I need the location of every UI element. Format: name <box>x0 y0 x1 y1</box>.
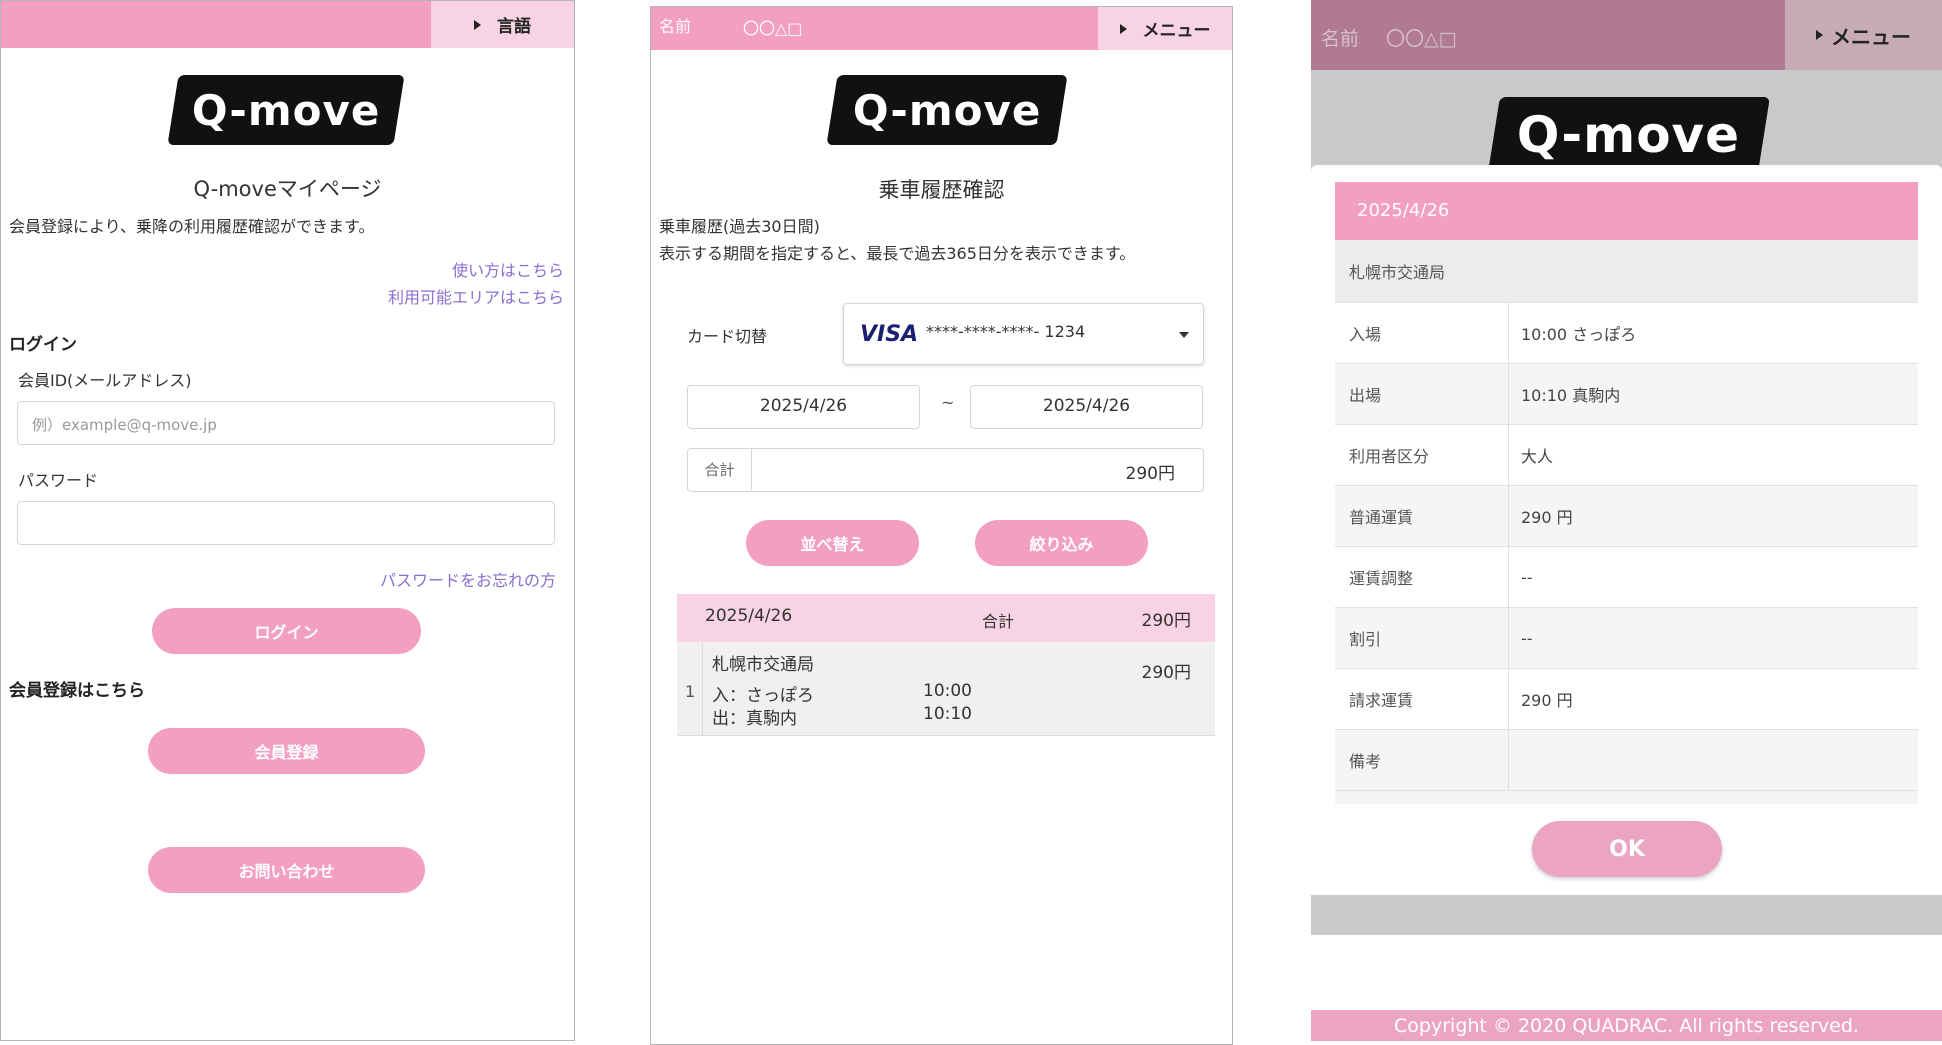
member-id-input[interactable]: 例）example@q-move.jp <box>17 401 555 445</box>
detail-row-value: -- <box>1521 567 1533 587</box>
page-title: Q-moveマイページ <box>193 177 382 201</box>
menu-label: メニュー <box>1831 24 1911 49</box>
name-value: 〇〇△□ <box>743 19 803 38</box>
q-move-logo: Q-move <box>167 75 405 145</box>
history-entry[interactable]: 1 札幌市交通局 290円 入：さっぽろ 10:00 出：真駒内 10:10 <box>677 642 1215 736</box>
password-label: パスワード <box>18 471 99 490</box>
detail-row-value: -- <box>1521 628 1533 648</box>
entry-in-station: 入：さっぽろ <box>712 686 814 706</box>
detail-operator: 札幌市交通局 <box>1349 263 1446 282</box>
total-label-cell: 合計 <box>688 449 752 490</box>
total-field: 合計 290円 <box>687 448 1204 492</box>
detail-row-entry: 入場 10:00 さっぽろ <box>1335 303 1918 364</box>
detail-row-value: 290 円 <box>1521 508 1573 527</box>
caret-right-icon <box>1119 23 1127 34</box>
date-from-value: 2025/4/26 <box>759 396 848 416</box>
date-to-value: 2025/4/26 <box>1042 396 1131 416</box>
description-line-1: 乗車履歴(過去30日間) <box>659 217 820 236</box>
caret-right-icon <box>474 19 481 30</box>
date-from-input[interactable]: 2025/4/26 <box>687 385 920 429</box>
detail-row-value: 10:00 さっぽろ <box>1521 325 1637 344</box>
copyright-text: Copyright © 2020 QUADRAC. All rights res… <box>1394 1014 1859 1037</box>
result-date: 2025/4/26 <box>705 606 793 626</box>
detail-row-key: 割引 <box>1335 608 1509 668</box>
password-input[interactable] <box>17 501 555 545</box>
name-label: 名前 <box>1321 28 1360 50</box>
card-switch-label: カード切替 <box>687 327 768 346</box>
sort-button[interactable]: 並べ替え <box>746 520 919 566</box>
history-screen: 名前 〇〇△□ メニュー Q-move 乗車履歴確認 乗車履歴(過去30日間) … <box>650 6 1233 1045</box>
detail-row-key: 利用者区分 <box>1335 425 1509 485</box>
entry-out-time: 10:10 <box>923 704 972 724</box>
date-separator: ~ <box>941 393 955 412</box>
total-value: 290円 <box>1125 464 1175 484</box>
detail-row-key: 備考 <box>1335 730 1509 790</box>
card-select[interactable]: VISA ****-****-****- 1234 <box>843 303 1204 365</box>
detail-row-remarks: 備考 <box>1335 730 1918 791</box>
detail-operator-row: 札幌市交通局 <box>1335 240 1918 303</box>
entry-fare: 290円 <box>1141 663 1191 683</box>
detail-table: 2025/4/26 札幌市交通局 入場 10:00 さっぽろ 出場 10:10 … <box>1335 182 1918 804</box>
entry-out-station: 出：真駒内 <box>712 709 797 729</box>
register-button[interactable]: 会員登録 <box>148 728 425 774</box>
register-heading: 会員登録はこちら <box>9 681 145 701</box>
member-id-placeholder: 例）example@q-move.jp <box>32 416 217 434</box>
detail-date-header: 2025/4/26 <box>1335 182 1918 240</box>
date-to-input[interactable]: 2025/4/26 <box>970 385 1203 429</box>
member-id-label: 会員ID(メールアドレス) <box>18 371 192 390</box>
name-value: 〇〇△□ <box>1386 28 1457 50</box>
description: 会員登録により、乗降の利用履歴確認ができます。 <box>9 217 375 236</box>
caret-right-icon <box>1816 30 1823 40</box>
login-button[interactable]: ログイン <box>152 608 421 654</box>
detail-row-discount: 割引 -- <box>1335 608 1918 669</box>
total-label: 合計 <box>704 461 735 479</box>
entry-operator: 札幌市交通局 <box>712 655 814 675</box>
detail-row-key: 普通運賃 <box>1335 486 1509 546</box>
detail-row-value: 大人 <box>1521 447 1554 466</box>
detail-row-fare-adjustment: 運賃調整 -- <box>1335 547 1918 608</box>
result-header: 2025/4/26 合計 290円 <box>677 594 1215 642</box>
entry-index: 1 <box>685 682 696 701</box>
page-title: 乗車履歴確認 <box>878 178 1005 202</box>
result-total-label: 合計 <box>982 612 1015 631</box>
visa-logo: VISA <box>860 322 919 347</box>
login-heading: ログイン <box>9 335 77 355</box>
q-move-logo: Q-move <box>826 75 1068 145</box>
available-area-link[interactable]: 利用可能エリアはこちら <box>388 284 564 308</box>
detail-row-key: 運賃調整 <box>1335 547 1509 607</box>
detail-row-user-type: 利用者区分 大人 <box>1335 425 1918 486</box>
detail-row-regular-fare: 普通運賃 290 円 <box>1335 486 1918 547</box>
card-number: ****-****-****- 1234 <box>926 322 1086 341</box>
contact-button[interactable]: お問い合わせ <box>148 847 425 893</box>
q-move-logo: Q-move <box>1488 97 1770 172</box>
language-label: 言語 <box>497 17 531 37</box>
how-to-use-link[interactable]: 使い方はこちら <box>452 257 564 281</box>
detail-row-key: 入場 <box>1335 303 1509 363</box>
ok-button[interactable]: OK <box>1532 821 1722 877</box>
detail-row-key: 請求運賃 <box>1335 669 1509 729</box>
detail-date: 2025/4/26 <box>1357 200 1450 221</box>
detail-row-exit: 出場 10:10 真駒内 <box>1335 364 1918 425</box>
menu-label: メニュー <box>1142 21 1211 41</box>
detail-modal: 2025/4/26 札幌市交通局 入場 10:00 さっぽろ 出場 10:10 … <box>1311 165 1942 895</box>
description-line-2: 表示する期間を指定すると、最長で過去365日分を表示できます。 <box>659 244 1136 263</box>
result-total-value: 290円 <box>1141 611 1191 631</box>
footer-bar: Copyright © 2020 QUADRAC. All rights res… <box>1311 1010 1942 1041</box>
detail-row-value: 10:10 真駒内 <box>1521 386 1621 405</box>
filter-button[interactable]: 絞り込み <box>975 520 1148 566</box>
detail-row-value <box>1509 730 1918 790</box>
detail-row-key: 出場 <box>1335 364 1509 424</box>
detail-row-value: 290 円 <box>1521 691 1573 710</box>
menu-button[interactable]: メニュー <box>1785 0 1942 70</box>
menu-button[interactable]: メニュー <box>1098 7 1232 50</box>
dropdown-caret-icon <box>1179 332 1189 338</box>
login-screen: 言語 Q-move Q-moveマイページ 会員登録により、乗降の利用履歴確認が… <box>0 0 575 1041</box>
name-label: 名前 <box>659 17 692 36</box>
detail-screen: 名前 〇〇△□ メニュー Q-move 2025/4/26 札幌市交通局 入場 … <box>1311 0 1942 1045</box>
detail-row-billed-fare: 請求運賃 290 円 <box>1335 669 1918 730</box>
language-button[interactable]: 言語 <box>431 1 574 48</box>
forgot-password-link[interactable]: パスワードをお忘れの方 <box>380 567 556 591</box>
entry-in-time: 10:00 <box>923 681 972 701</box>
